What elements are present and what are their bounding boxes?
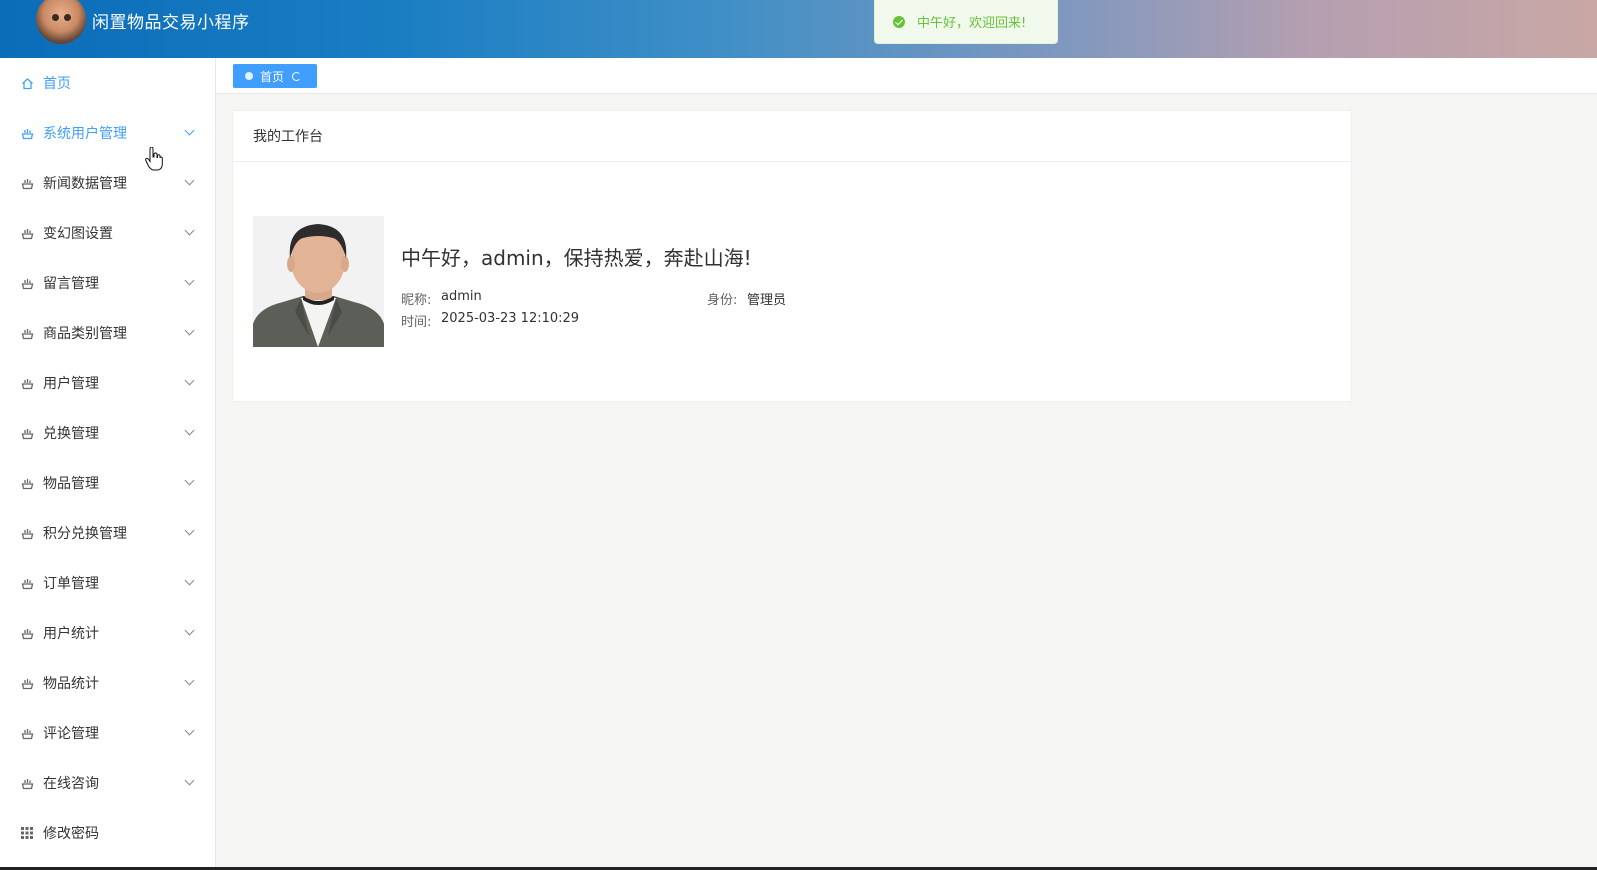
time-label: 时间: [401, 315, 432, 330]
tab-home-label: 首页 [260, 69, 285, 84]
sidebar-item-0[interactable]: 首页 [0, 58, 215, 108]
refresh-icon[interactable] [292, 71, 302, 81]
hand-cursor-icon [145, 147, 163, 171]
module-icon [20, 726, 34, 740]
sidebar-item-label: 留言管理 [43, 276, 99, 292]
module-icon [20, 426, 34, 440]
nickname-label: 昵称: [401, 293, 432, 308]
sidebar-item-14[interactable]: 在线咨询 [0, 758, 215, 808]
home-icon [20, 76, 34, 90]
chevron-down-icon [184, 575, 195, 586]
sidebar-item-3[interactable]: 变幻图设置 [0, 208, 215, 258]
module-icon [20, 676, 34, 690]
chevron-down-icon [184, 475, 195, 486]
sidebar-item-label: 首页 [43, 76, 71, 92]
module-icon [20, 526, 34, 540]
sidebar-item-4[interactable]: 留言管理 [0, 258, 215, 308]
chevron-down-icon [184, 125, 195, 136]
dot-icon [245, 72, 253, 80]
sidebar-item-7[interactable]: 兑换管理 [0, 408, 215, 458]
sidebar-item-label: 在线咨询 [43, 776, 99, 792]
module-icon [20, 226, 34, 240]
sidebar-item-5[interactable]: 商品类别管理 [0, 308, 215, 358]
sidebar-item-8[interactable]: 物品管理 [0, 458, 215, 508]
app-logo [36, 0, 86, 44]
sidebar-item-label: 物品管理 [43, 476, 99, 492]
time-value: 2025-03-23 12:10:29 [441, 311, 580, 326]
chevron-down-icon [184, 275, 195, 286]
module-icon [20, 476, 34, 490]
role-label: 身份: [707, 293, 738, 308]
top-header: 闲置物品交易小程序 [0, 0, 1597, 58]
chevron-down-icon [184, 675, 195, 686]
sidebar-item-label: 新闻数据管理 [43, 176, 127, 192]
chevron-down-icon [184, 225, 195, 236]
sidebar-item-label: 系统用户管理 [43, 126, 127, 142]
chevron-down-icon [184, 775, 195, 786]
sidebar-item-label: 积分兑换管理 [43, 526, 127, 542]
chevron-down-icon [184, 425, 195, 436]
sidebar-item-15[interactable]: 修改密码 [0, 808, 215, 858]
module-icon [20, 776, 34, 790]
toast-message: 中午好，欢迎回来! [917, 16, 1027, 31]
app-title: 闲置物品交易小程序 [92, 13, 250, 33]
sidebar-item-2[interactable]: 新闻数据管理 [0, 158, 215, 208]
chevron-down-icon [184, 725, 195, 736]
tab-bar: 首页 [216, 58, 1597, 94]
sidebar-item-13[interactable]: 评论管理 [0, 708, 215, 758]
greeting-text: 中午好，admin，保持热爱，奔赴山海! [401, 246, 752, 270]
chevron-down-icon [184, 625, 195, 636]
sidebar-item-1[interactable]: 系统用户管理 [0, 108, 215, 158]
chevron-down-icon [184, 175, 195, 186]
sidebar-item-label: 物品统计 [43, 676, 99, 692]
check-circle-icon [893, 15, 905, 28]
sidebar-item-12[interactable]: 物品统计 [0, 658, 215, 708]
sidebar-item-6[interactable]: 用户管理 [0, 358, 215, 408]
module-icon [20, 626, 34, 640]
grid-icon [20, 826, 34, 840]
sidebar-item-label: 变幻图设置 [43, 226, 113, 242]
success-toast: 中午好，欢迎回来! [874, 0, 1058, 44]
sidebar-item-label: 评论管理 [43, 726, 99, 742]
module-icon [20, 126, 34, 140]
chevron-down-icon [184, 375, 195, 386]
role-value: 管理员 [747, 293, 787, 308]
module-icon [20, 576, 34, 590]
sidebar-item-label: 兑换管理 [43, 426, 99, 442]
module-icon [20, 376, 34, 390]
sidebar-item-11[interactable]: 用户统计 [0, 608, 215, 658]
tab-home[interactable]: 首页 [233, 64, 317, 88]
sidebar-item-label: 用户统计 [43, 626, 99, 642]
sidebar-menu: 首页系统用户管理 新闻数据管理 变幻图设置留言管理商品类别管理 用户管理兑换管理物品管… [0, 58, 216, 870]
sidebar-item-label: 商品类别管理 [43, 326, 127, 342]
sidebar-item-label: 修改密码 [43, 826, 99, 842]
card-title: 我的工作台 [233, 111, 1351, 162]
nickname-value: admin [441, 289, 482, 304]
sidebar-item-label: 订单管理 [43, 576, 99, 592]
workbench-card: 我的工作台 中午好，admin，保持热爱，奔赴山海! 昵称: admin 身份:… [232, 110, 1352, 402]
sidebar-item-10[interactable]: 订单管理 [0, 558, 215, 608]
sidebar-item-9[interactable]: 积分兑换管理 [0, 508, 215, 558]
module-icon [20, 276, 34, 290]
user-avatar [253, 216, 384, 347]
chevron-down-icon [184, 525, 195, 536]
module-icon [20, 176, 34, 190]
module-icon [20, 326, 34, 340]
chevron-down-icon [184, 325, 195, 336]
sidebar-item-label: 用户管理 [43, 376, 99, 392]
